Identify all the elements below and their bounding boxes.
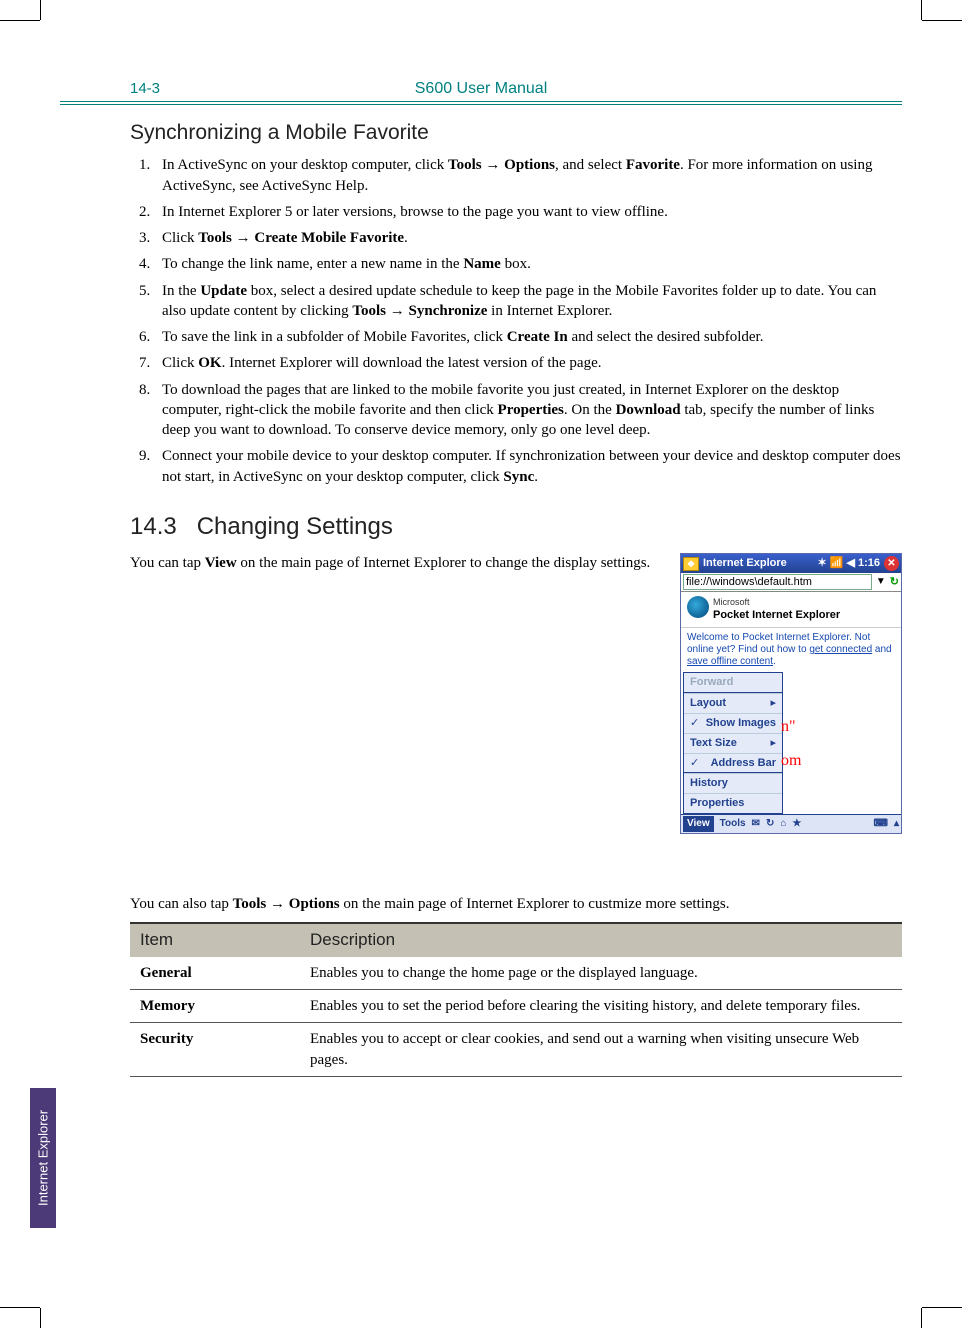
bg-text-1: n" <box>781 716 796 738</box>
step-1: In ActiveSync on your desktop computer, … <box>154 155 902 196</box>
toolbar-keyboard-icon[interactable]: ⌨ <box>874 817 888 831</box>
desc-general: Enables you to change the home page or t… <box>300 957 902 990</box>
table-row: General Enables you to change the home p… <box>130 957 902 990</box>
desc-security: Enables you to accept or clear cookies, … <box>300 1023 902 1077</box>
welcome-text: Welcome to Pocket Internet Explorer. Not… <box>681 628 901 672</box>
manual-title: S600 User Manual <box>415 80 548 98</box>
pocket-ie-screenshot: ❖ Internet Explore ✶ 📶 ◀ 1:16 ✕ ▼ ↻ Micr… <box>680 553 902 833</box>
toolbar-up-icon[interactable]: ▴ <box>894 817 899 831</box>
tools-button[interactable]: Tools <box>720 817 746 831</box>
item-memory: Memory <box>130 990 300 1023</box>
window-title: Internet Explore <box>703 556 813 571</box>
toolbar-send-icon[interactable]: ✉ <box>752 817 760 831</box>
start-flag-icon[interactable]: ❖ <box>683 557 699 571</box>
step-8: To download the pages that are linked to… <box>154 380 902 441</box>
view-button[interactable]: View <box>683 816 714 832</box>
step-9: Connect your mobile device to your deskt… <box>154 446 902 487</box>
options-table: Item Description General Enables you to … <box>130 922 902 1077</box>
item-security: Security <box>130 1023 300 1077</box>
th-desc: Description <box>300 923 902 957</box>
settings-intro: You can tap View on the main page of Int… <box>130 553 660 573</box>
view-menu: Forward Layout Show Images Text Size Add… <box>683 672 783 814</box>
menu-properties[interactable]: Properties <box>684 793 782 813</box>
menu-layout[interactable]: Layout <box>684 693 782 713</box>
bg-text-2: om <box>781 750 801 772</box>
address-bar: ▼ ↻ <box>681 573 901 592</box>
status-icons: ✶ 📶 ◀ 1:16 <box>817 556 880 571</box>
sync-heading: Synchronizing a Mobile Favorite <box>130 119 902 147</box>
get-connected-link[interactable]: get connected <box>809 644 872 655</box>
options-intro: You can also tap Tools → Options on the … <box>130 894 902 914</box>
toolbar-fav-icon[interactable]: ★ <box>792 817 801 831</box>
url-input[interactable] <box>683 574 872 590</box>
chapter-tab: Internet Explorer <box>30 1088 56 1228</box>
menu-history[interactable]: History <box>684 773 782 793</box>
toolbar-home-icon[interactable]: ⌂ <box>780 817 786 831</box>
item-general: General <box>130 957 300 990</box>
step-2: In Internet Explorer 5 or later versions… <box>154 202 902 222</box>
menu-address-bar[interactable]: Address Bar <box>684 753 782 773</box>
page-number: 14-3 <box>130 80 160 97</box>
bottom-toolbar: View Tools ✉ ↻ ⌂ ★ ⌨ ▴ <box>681 814 901 833</box>
save-offline-link[interactable]: save offline content <box>687 656 773 667</box>
menu-text-size[interactable]: Text Size <box>684 733 782 753</box>
desc-memory: Enables you to set the period before cle… <box>300 990 902 1023</box>
close-icon[interactable]: ✕ <box>884 556 899 571</box>
step-7: Click OK. Internet Explorer will downloa… <box>154 353 902 373</box>
step-6: To save the link in a subfolder of Mobil… <box>154 327 902 347</box>
brand-small: Microsoft <box>687 596 895 608</box>
page-header: 14-3 S600 User Manual <box>60 80 902 105</box>
step-4: To change the link name, enter a new nam… <box>154 254 902 274</box>
table-row: Security Enables you to accept or clear … <box>130 1023 902 1077</box>
go-icon[interactable]: ↻ <box>890 575 899 590</box>
dropdown-icon[interactable]: ▼ <box>876 575 886 589</box>
step-3: Click Tools → Create Mobile Favorite. <box>154 228 902 248</box>
step-5: In the Update box, select a desired upda… <box>154 281 902 322</box>
menu-forward: Forward <box>684 673 782 692</box>
toolbar-refresh-icon[interactable]: ↻ <box>766 817 774 831</box>
brand-box: Microsoft Pocket Internet Explorer <box>681 592 901 628</box>
brand-big: Pocket Internet Explorer <box>687 608 895 623</box>
th-item: Item <box>130 923 300 957</box>
section-heading: 14.3Changing Settings <box>130 511 902 543</box>
window-titlebar: ❖ Internet Explore ✶ 📶 ◀ 1:16 ✕ <box>681 554 901 573</box>
menu-show-images[interactable]: Show Images <box>684 713 782 733</box>
sync-steps: In ActiveSync on your desktop computer, … <box>130 155 902 487</box>
table-row: Memory Enables you to set the period bef… <box>130 990 902 1023</box>
